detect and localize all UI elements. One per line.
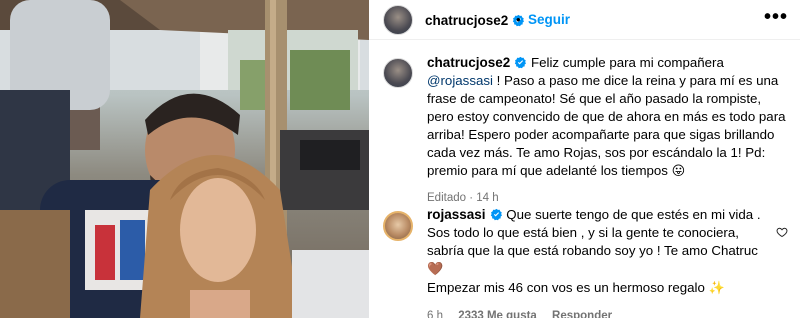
commenter-avatar[interactable] <box>383 211 413 241</box>
author-username-text[interactable]: chatrucjose2 <box>425 13 508 28</box>
post-header: chatrucjose2 • Seguir ••• <box>369 0 800 40</box>
tongue-emoji: 😛 <box>671 164 686 179</box>
comment-time[interactable]: 6 h <box>427 310 443 318</box>
sparkles-emoji: ✨ <box>708 281 725 296</box>
reply-button[interactable]: Responder <box>552 310 612 318</box>
brown-heart-emoji: 🤎 <box>427 262 444 277</box>
comment-text-2: Empezar mis 46 con vos es un hermoso reg… <box>427 280 705 295</box>
comment-meta: 6 h 2333 Me gusta Responder <box>427 307 772 318</box>
comment-likes[interactable]: 2333 Me gusta <box>458 310 537 318</box>
edited-label: Editado <box>427 192 467 204</box>
caption-text-rest: ! Paso a paso me dice la reina y para mí… <box>427 73 786 178</box>
follow-button[interactable]: Seguir <box>528 12 570 27</box>
comment-body: rojassasi Que suerte tengo de que estés … <box>427 206 772 318</box>
post-detail-panel: chatrucjose2 • Seguir ••• chatrucjose2 F… <box>369 0 800 318</box>
edited-time: 14 h <box>476 192 499 204</box>
caption-body: chatrucjose2 Feliz cumple para mi compañ… <box>427 54 787 207</box>
verified-badge-icon <box>515 56 527 69</box>
heart-icon[interactable] <box>776 226 788 238</box>
photo-illustration <box>0 0 369 318</box>
caption-meta: Editado · 14 h <box>427 189 787 207</box>
commenter-username[interactable]: rojassasi <box>427 207 486 222</box>
author-username[interactable]: chatrucjose2 <box>425 13 525 28</box>
caption-author-avatar[interactable] <box>383 58 413 88</box>
caption-text-start: Feliz cumple para mi compañera <box>531 55 724 70</box>
separator-dot: • <box>516 12 521 27</box>
post-photo <box>0 0 369 318</box>
edited-separator: · <box>469 192 474 204</box>
caption-username[interactable]: chatrucjose2 <box>427 55 510 70</box>
author-avatar[interactable] <box>383 5 413 35</box>
more-options-icon[interactable]: ••• <box>764 7 788 27</box>
verified-badge-icon <box>490 208 502 221</box>
caption-mention-link[interactable]: @rojassasi <box>427 73 493 88</box>
